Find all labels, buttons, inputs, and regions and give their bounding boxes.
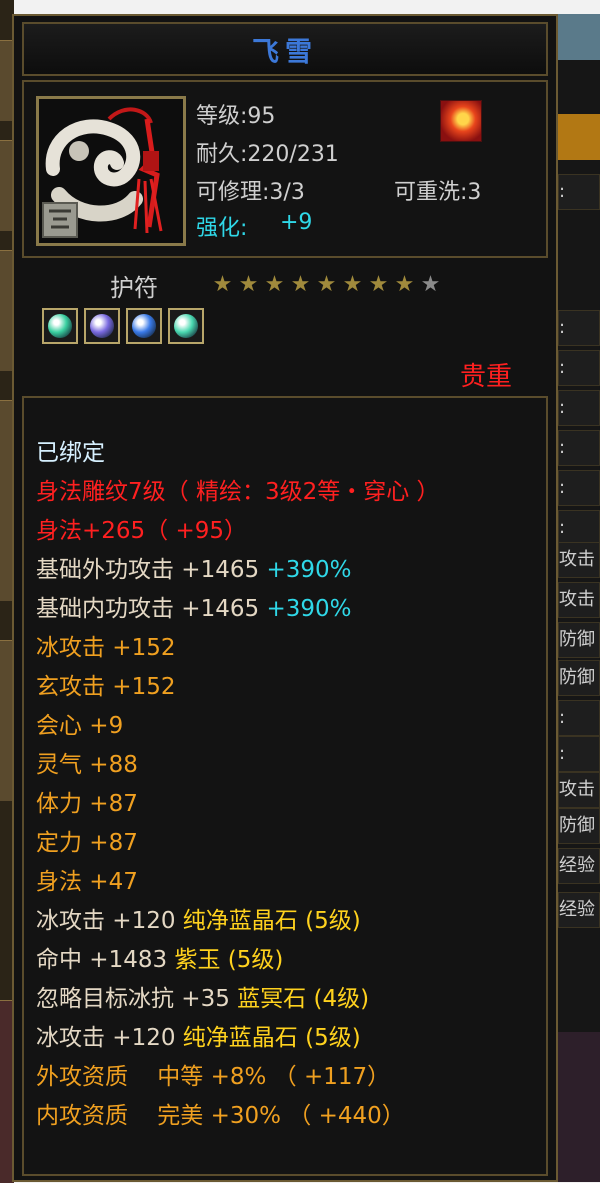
- base-internal-attack: 基础内功攻击 +1465: [36, 596, 260, 622]
- stat-row: 防御: [558, 622, 600, 658]
- gem-socket[interactable]: [42, 308, 78, 344]
- item-repair-count: 可修理:3/3: [196, 180, 305, 205]
- agility-line: 身法 +47: [36, 869, 138, 895]
- engrave-line: 身法雕纹7级（ 精绘：3级2等・穿心 ）: [36, 479, 440, 505]
- gem-socket[interactable]: [126, 308, 162, 344]
- exp-button[interactable]: 经验: [558, 892, 600, 928]
- star-filled-icon: ★: [264, 272, 285, 297]
- purple-crystal-gem-icon: [90, 314, 114, 338]
- stat-row: 攻击: [558, 582, 600, 618]
- item-tooltip: 飞雪 等级:95 耐久:220/231 可修理:3/3 可重洗:3 强化: +9…: [12, 14, 558, 1182]
- item-durability: 耐久:220/231: [196, 142, 339, 167]
- green-crystal-gem-icon: [174, 314, 198, 338]
- crit-line: 会心 +9: [36, 713, 124, 739]
- star-filled-icon: ★: [238, 272, 259, 297]
- base-external-attack: 基础外功攻击 +1465: [36, 557, 260, 583]
- green-crystal-gem-icon: [48, 314, 72, 338]
- star-empty-icon: ★: [420, 272, 441, 297]
- blue-crystal-gem-icon: [132, 314, 156, 338]
- base-internal-attack-percent: +390%: [266, 596, 352, 622]
- aptitude-line: 内攻资质 完美 +30% （ +440）: [36, 1101, 405, 1131]
- stat-row: 攻击: [558, 772, 600, 808]
- star-filled-icon: ★: [342, 272, 363, 297]
- attribute-list: 已绑定 身法雕纹7级（ 精绘：3级2等・穿心 ） 身法+265（ +95） 基础…: [22, 396, 548, 1176]
- base-external-attack-line: 基础外功攻击 +1465 +390%: [36, 555, 351, 585]
- stat-row: 防御: [558, 660, 600, 696]
- item-category: 护符: [110, 274, 158, 302]
- item-enhance-label: 强化:: [196, 216, 248, 241]
- gem-line: 命中 +1483 紫玉 (5级): [36, 945, 283, 975]
- item-info-box: 等级:95 耐久:220/231 可修理:3/3 可重洗:3 强化: +9: [22, 80, 548, 258]
- gem-line: 冰攻击 +120 纯净蓝晶石 (5级): [36, 1023, 361, 1053]
- stat-row: :: [558, 470, 600, 506]
- gem-name: 纯净蓝晶石 (5级): [182, 1025, 361, 1051]
- focus-line: 定力 +87: [36, 830, 138, 856]
- stat-row: :: [558, 174, 600, 210]
- stat-row: :: [558, 510, 600, 546]
- star-filled-icon: ★: [368, 272, 389, 297]
- stat-row: :: [558, 430, 600, 466]
- gem-socket-row: [42, 308, 204, 344]
- stat-row: :: [558, 390, 600, 426]
- aptitude-value: +8%: [210, 1064, 267, 1090]
- tooltip-title-bar: 飞雪: [22, 22, 548, 76]
- aptitude-bonus: （ +440）: [288, 1103, 405, 1129]
- stat-row: :: [558, 310, 600, 346]
- item-enhance-value: +9: [280, 210, 313, 235]
- base-internal-attack-line: 基础内功攻击 +1465 +390%: [36, 594, 351, 624]
- star-filled-icon: ★: [290, 272, 311, 297]
- gem-line: 忽略目标冰抗 +35 蓝冥石 (4级): [36, 984, 369, 1014]
- stat-row: :: [558, 736, 600, 772]
- aptitude-line: 外攻资质 中等 +8% （ +117）: [36, 1062, 390, 1092]
- agility-bonus-line: 身法+265（ +95）: [36, 518, 248, 544]
- item-icon-frame: [36, 96, 186, 246]
- stat-row: 攻击: [558, 542, 600, 578]
- mystic-attack-line: 玄攻击 +152: [36, 674, 176, 700]
- spirit-line: 灵气 +88: [36, 752, 138, 778]
- right-background-panel: : : : : : : : 攻击 攻击 防御 防御 : : 攻击 防御 经验 经…: [556, 14, 600, 1182]
- item-rarity: 贵重: [460, 362, 513, 392]
- bound-status: 已绑定: [36, 440, 105, 466]
- gem-line: 冰攻击 +120 纯净蓝晶石 (5级): [36, 906, 361, 936]
- right-panel-gold-bar: [556, 114, 600, 160]
- star-filled-icon: ★: [212, 272, 233, 297]
- right-panel-header: [556, 14, 600, 60]
- stamina-line: 体力 +87: [36, 791, 138, 817]
- stat-row: 防御: [558, 808, 600, 844]
- item-name: 飞雪: [252, 36, 318, 68]
- gem-stat: 忽略目标冰抗 +35: [36, 986, 230, 1012]
- gem-stat: 冰攻击 +120: [36, 908, 176, 934]
- star-filled-icon: ★: [394, 272, 415, 297]
- star-rating: ★ ★ ★ ★ ★ ★ ★ ★ ★: [210, 272, 443, 298]
- aptitude-value: +30%: [210, 1103, 281, 1129]
- item-level: 等级:95: [196, 104, 276, 129]
- fire-element-icon: [440, 100, 482, 142]
- stat-row: :: [558, 700, 600, 736]
- gem-stat: 命中 +1483: [36, 947, 168, 973]
- aptitude-grade: 中等: [157, 1064, 204, 1090]
- aptitude-label: 内攻资质: [36, 1103, 128, 1129]
- aptitude-grade: 完美: [157, 1103, 204, 1129]
- item-rewash-count: 可重洗:3: [394, 180, 482, 205]
- chat-fragment: [556, 1032, 600, 1182]
- stat-row: :: [558, 350, 600, 386]
- ice-attack-line: 冰攻击 +152: [36, 635, 176, 661]
- aptitude-label: 外攻资质: [36, 1064, 128, 1090]
- base-external-attack-percent: +390%: [266, 557, 352, 583]
- gem-socket[interactable]: [168, 308, 204, 344]
- exp-button[interactable]: 经验: [558, 848, 600, 884]
- gem-name: 蓝冥石 (4级): [237, 986, 370, 1012]
- gem-name: 纯净蓝晶石 (5级): [182, 908, 361, 934]
- aptitude-bonus: （ +117）: [273, 1064, 391, 1090]
- gem-socket[interactable]: [84, 308, 120, 344]
- gem-name: 紫玉 (5级): [174, 947, 284, 973]
- gem-stat: 冰攻击 +120: [36, 1025, 176, 1051]
- jade-amulet-icon: [39, 99, 183, 243]
- star-filled-icon: ★: [316, 272, 337, 297]
